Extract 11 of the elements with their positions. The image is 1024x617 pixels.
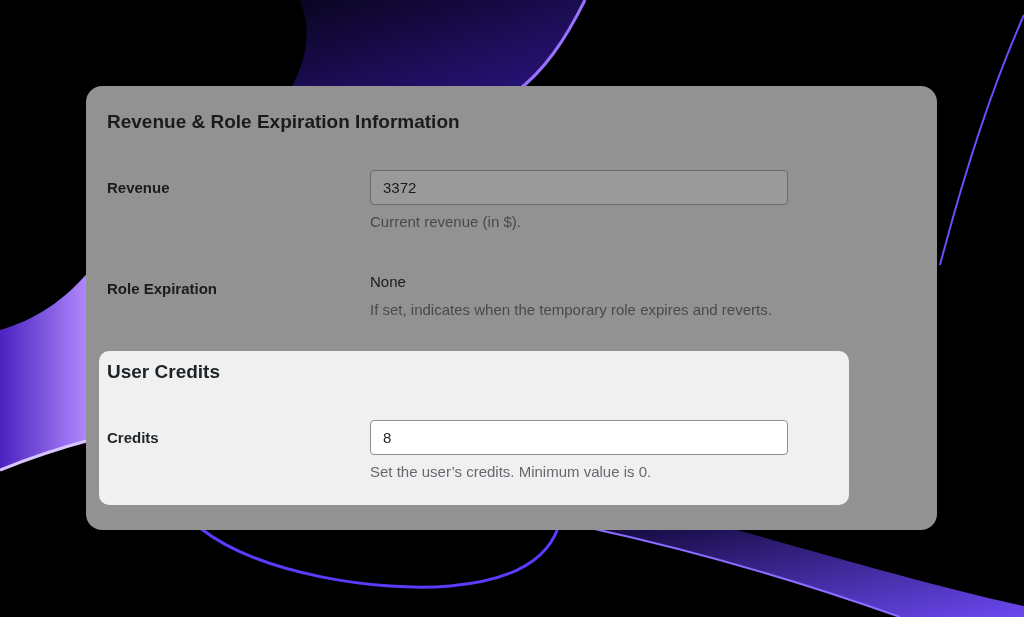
field-label: Role Expiration — [107, 279, 219, 299]
field-description: Current revenue (in $). — [370, 212, 521, 232]
field-description: Set the user’s credits. Minimum value is 0. — [370, 462, 652, 482]
field-value: None — [370, 272, 406, 292]
field-description: If set, indicates when the temporary role expires and reverts. — [370, 300, 772, 320]
text-field[interactable]: 3372 — [370, 170, 788, 205]
field-label: Revenue — [107, 178, 171, 198]
section-title: User Credits — [107, 360, 221, 384]
text-field[interactable]: 8 — [370, 420, 788, 455]
section-title: Revenue & Role Expiration Information — [107, 110, 461, 134]
field-label: Credits — [107, 428, 160, 448]
